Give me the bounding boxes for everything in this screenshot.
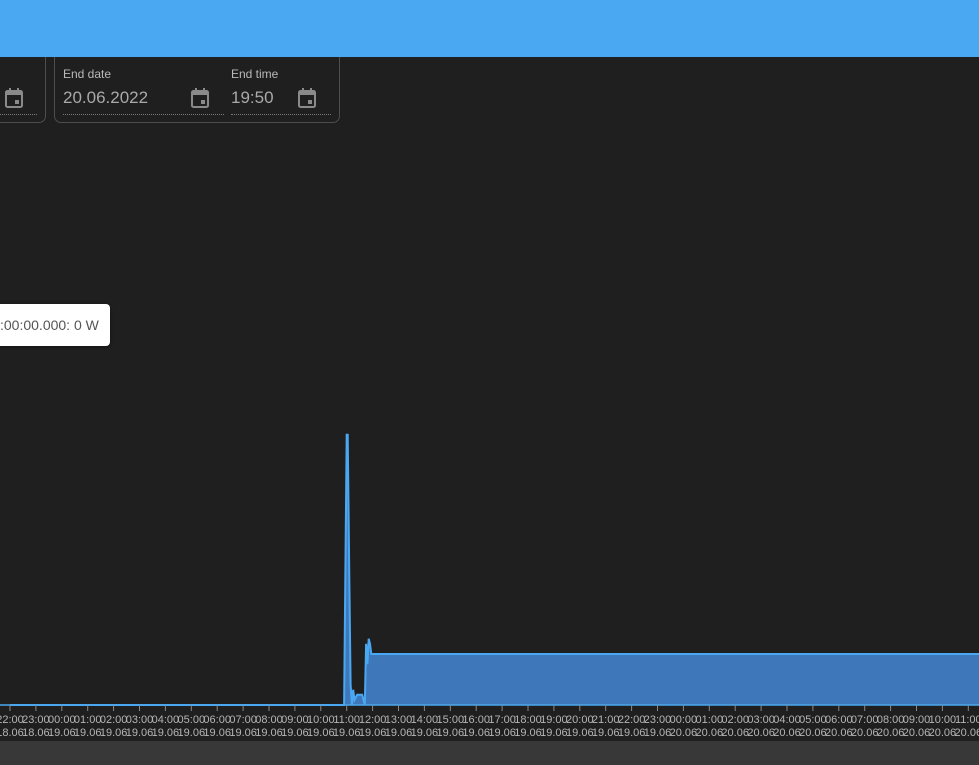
x-tick-label-time: 20:00	[566, 714, 594, 726]
x-tick-label-date: 19.06	[540, 727, 568, 739]
x-tick-label-time: 16:00	[462, 714, 490, 726]
x-tick-label-date: 19.06	[411, 727, 439, 739]
chart-plot-area	[0, 433, 979, 706]
x-tick-label-time: 00:00	[48, 714, 76, 726]
x-tick-label-date: 19.06	[359, 727, 387, 739]
x-tick-label-date: 20.06	[747, 727, 775, 739]
x-tick-label-time: 11:00	[955, 714, 979, 726]
x-tick-label-date: 18.06	[22, 727, 50, 739]
x-tick-label-date: 20.06	[877, 727, 905, 739]
x-tick-label-time: 00:00	[670, 714, 698, 726]
x-tick-label-time: 23:00	[22, 714, 50, 726]
x-tick-label-date: 20.06	[929, 727, 957, 739]
x-tick-label-date: 19.06	[307, 727, 335, 739]
x-tick-label-date: 19.06	[514, 727, 542, 739]
x-tick-label-date: 20.06	[696, 727, 724, 739]
x-tick-label-date: 19.06	[126, 727, 154, 739]
chart-tooltip: :00:00.000: 0 W	[0, 304, 110, 346]
x-tick-label-date: 19.06	[462, 727, 490, 739]
x-tick-label-date: 20.06	[851, 727, 879, 739]
x-tick-label-date: 20.06	[670, 727, 698, 739]
x-tick-label-time: 07:00	[229, 714, 257, 726]
x-tick-label-date: 20.06	[825, 727, 853, 739]
x-tick-label-date: 19.06	[229, 727, 257, 739]
x-tick-label-date: 19.06	[385, 727, 413, 739]
x-tick-label-date: 20.06	[773, 727, 801, 739]
x-tick-label-time: 08:00	[255, 714, 283, 726]
x-tick-label-time: 09:00	[281, 714, 309, 726]
x-tick-label-date: 20.06	[721, 727, 749, 739]
x-tick-label-time: 17:00	[488, 714, 516, 726]
x-tick-label-time: 01:00	[696, 714, 724, 726]
bottom-scrollbar[interactable]	[0, 741, 979, 765]
x-tick-label-time: 04:00	[152, 714, 180, 726]
x-tick-label-time: 21:00	[592, 714, 620, 726]
x-tick-label-time: 07:00	[851, 714, 879, 726]
x-tick-label-time: 08:00	[877, 714, 905, 726]
x-tick-label-date: 19.06	[203, 727, 231, 739]
x-tick-label-date: 20.06	[955, 727, 979, 739]
x-tick-label-time: 05:00	[799, 714, 827, 726]
x-tick-label-date: 19.06	[566, 727, 594, 739]
x-tick-label-time: 22:00	[0, 714, 24, 726]
x-tick-label-time: 04:00	[773, 714, 801, 726]
x-tick-label-date: 19.06	[48, 727, 76, 739]
x-tick-label-time: 11:00	[333, 714, 360, 726]
x-axis-ticks: 22:0018.0623:0018.0600:0019.0601:0019.06…	[0, 705, 979, 739]
x-tick-label-time: 03:00	[126, 714, 154, 726]
x-tick-label-time: 12:00	[359, 714, 387, 726]
x-tick-label-time: 09:00	[903, 714, 931, 726]
x-tick-label-date: 19.06	[152, 727, 180, 739]
x-tick-label-date: 19.06	[333, 727, 361, 739]
x-tick-label-time: 06:00	[825, 714, 853, 726]
power-chart[interactable]: 22:0018.0623:0018.0600:0019.0601:0019.06…	[0, 0, 979, 765]
x-tick-label-date: 19.06	[74, 727, 102, 739]
x-tick-label-date: 20.06	[799, 727, 827, 739]
x-tick-label-time: 06:00	[203, 714, 231, 726]
x-tick-label-time: 01:00	[74, 714, 102, 726]
x-tick-label-time: 15:00	[437, 714, 465, 726]
x-tick-label-date: 19.06	[437, 727, 465, 739]
x-tick-label-time: 02:00	[100, 714, 128, 726]
x-tick-label-time: 03:00	[747, 714, 775, 726]
x-tick-label-time: 13:00	[385, 714, 413, 726]
x-tick-label-time: 02:00	[721, 714, 749, 726]
x-tick-label-date: 20.06	[903, 727, 931, 739]
x-tick-label-time: 22:00	[618, 714, 646, 726]
x-tick-label-date: 19.06	[100, 727, 128, 739]
x-tick-label-time: 05:00	[178, 714, 206, 726]
x-tick-label-time: 14:00	[411, 714, 439, 726]
x-tick-label-time: 23:00	[644, 714, 672, 726]
series-area-fill	[10, 434, 979, 705]
x-tick-label-date: 19.06	[592, 727, 620, 739]
x-tick-label-date: 19.06	[255, 727, 283, 739]
x-tick-label-date: 19.06	[178, 727, 206, 739]
x-tick-label-time: 10:00	[929, 714, 957, 726]
x-tick-label-time: 10:00	[307, 714, 335, 726]
x-tick-label-date: 19.06	[618, 727, 646, 739]
x-tick-label-date: 19.06	[488, 727, 516, 739]
x-tick-label-date: 19.06	[281, 727, 309, 739]
x-tick-label-date: 19.06	[644, 727, 672, 739]
x-tick-label-time: 18:00	[514, 714, 542, 726]
x-tick-label-date: 18.06	[0, 727, 24, 739]
x-tick-label-time: 19:00	[540, 714, 568, 726]
